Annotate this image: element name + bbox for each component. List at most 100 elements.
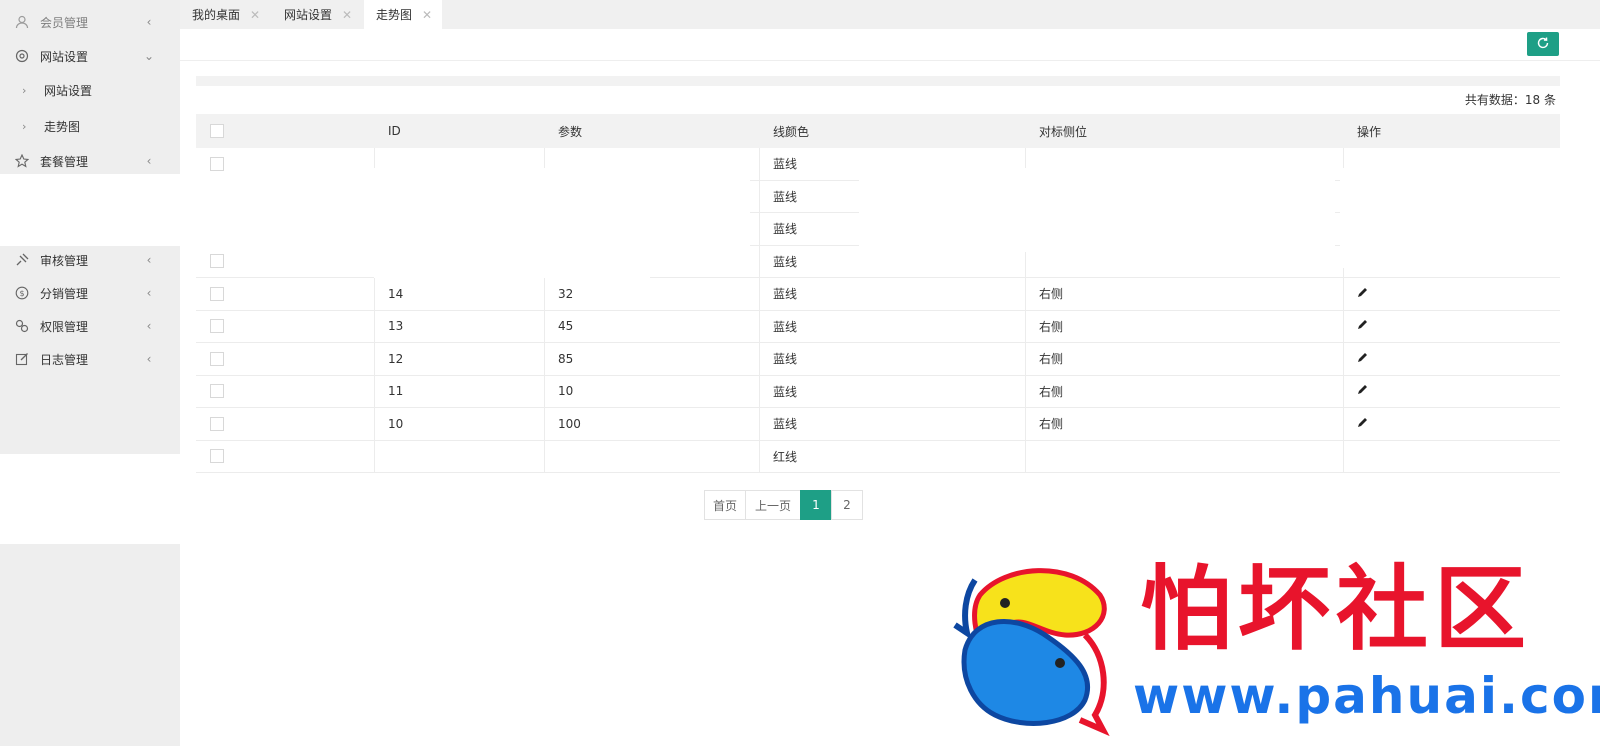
- cell-param: 32: [558, 286, 574, 301]
- checkbox[interactable]: [210, 286, 224, 301]
- watermark-title: 怕坏社区: [1140, 556, 1533, 663]
- cell-id: [374, 441, 544, 473]
- checkbox[interactable]: [210, 449, 224, 464]
- sidebar-item-permissions[interactable]: 权限管理 ‹: [0, 310, 180, 342]
- checkbox[interactable]: [210, 319, 224, 334]
- cell-id: 13: [388, 319, 404, 334]
- sidebar-item-label: 网站设置: [40, 49, 89, 64]
- row-select-cell[interactable]: [196, 376, 374, 408]
- header-id: ID: [388, 124, 401, 138]
- cell-actions: [1343, 376, 1560, 408]
- cell-color: 蓝线: [773, 319, 798, 334]
- row-select-cell[interactable]: [196, 246, 374, 278]
- header-select-all[interactable]: [196, 114, 374, 148]
- refresh-button[interactable]: [1527, 32, 1559, 56]
- cell-side: [1025, 441, 1343, 473]
- edit-pencil-icon[interactable]: [1357, 417, 1368, 431]
- cell-side: 右侧: [1039, 352, 1064, 367]
- sidebar-item-members[interactable]: 会员管理 ‹: [0, 6, 180, 38]
- cell-side: 右侧: [1039, 417, 1064, 432]
- checkbox[interactable]: [210, 124, 224, 138]
- tab-desktop[interactable]: 我的桌面 ✕: [180, 0, 268, 29]
- cell-actions: [1343, 311, 1560, 343]
- tab-label: 走势图: [376, 8, 413, 22]
- tab-site-settings[interactable]: 网站设置 ✕: [272, 0, 362, 29]
- dollar-icon: $: [14, 285, 30, 301]
- chevron-left-icon: ‹: [146, 319, 152, 333]
- cell-side: 右侧: [1039, 287, 1064, 302]
- edit-pencil-icon[interactable]: [1357, 352, 1368, 366]
- occlusion-patch: [1340, 168, 1560, 268]
- tab-label: 网站设置: [284, 8, 333, 22]
- cell-id: 11: [388, 384, 404, 399]
- table-row: 12 85 蓝线 右侧: [196, 343, 1560, 376]
- close-icon[interactable]: ✕: [422, 8, 432, 22]
- total-count: 共有数据：18 条: [1464, 93, 1556, 107]
- sidebar-item-site-settings[interactable]: 网站设置 ⌄: [0, 40, 180, 72]
- row-select-cell[interactable]: [196, 311, 374, 343]
- row-select-cell[interactable]: [196, 441, 374, 473]
- search-bar-area: [196, 76, 1560, 86]
- checkbox[interactable]: [210, 156, 224, 171]
- checkbox[interactable]: [210, 351, 224, 366]
- cell-actions: [1343, 441, 1560, 473]
- table-row: 11 10 蓝线 右侧: [196, 375, 1560, 408]
- checkbox[interactable]: [210, 254, 224, 269]
- tab-trend-chart[interactable]: 走势图 ✕: [364, 0, 442, 29]
- sidebar-subitem-site-settings[interactable]: › 网站设置: [0, 74, 180, 106]
- star-icon: [14, 153, 30, 169]
- header-line-color: 线颜色: [773, 124, 810, 139]
- cell-param: 100: [558, 416, 581, 431]
- checkbox[interactable]: [210, 384, 224, 399]
- cell-id: 14: [388, 286, 404, 301]
- tab-bar: 我的桌面 ✕ 网站设置 ✕ 走势图 ✕: [180, 0, 1600, 29]
- cell-param: 85: [558, 351, 574, 366]
- watermark: 怕坏社区 www.pahuai.com: [945, 555, 1600, 740]
- sidebar-item-distribution[interactable]: $ 分销管理 ‹: [0, 277, 180, 309]
- cell-actions: [1343, 408, 1560, 440]
- prev-page-button[interactable]: 上一页: [745, 490, 801, 520]
- close-icon[interactable]: ✕: [342, 8, 352, 22]
- table-row: 13 45 蓝线 右侧: [196, 310, 1560, 343]
- edit-pencil-icon[interactable]: [1357, 319, 1368, 333]
- checkbox[interactable]: [210, 416, 224, 431]
- occlusion-patch: [1135, 176, 1335, 246]
- sidebar-item-packages[interactable]: 套餐管理 ‹: [0, 145, 180, 177]
- row-select-cell[interactable]: [196, 343, 374, 375]
- row-select-cell[interactable]: [196, 278, 374, 310]
- header-actions: 操作: [1357, 124, 1382, 139]
- header-param: 参数: [558, 124, 583, 139]
- sidebar-panel-bottom: [0, 544, 180, 746]
- cell-param: 10: [558, 384, 574, 399]
- sidebar-item-label: 分销管理: [40, 286, 89, 301]
- edit-pencil-icon[interactable]: [1357, 287, 1368, 301]
- table-row: 红线: [196, 440, 1560, 473]
- first-page-button[interactable]: 首页: [704, 490, 746, 520]
- occlusion-patch: [859, 168, 1135, 252]
- sidebar-subitem-trend-chart[interactable]: › 走势图: [0, 110, 180, 142]
- sidebar-item-label: 日志管理: [40, 352, 89, 367]
- page-2-button[interactable]: 2: [831, 490, 863, 520]
- cell-color: 蓝线: [773, 352, 798, 367]
- sidebar-item-label: 权限管理: [40, 319, 89, 334]
- sidebar-item-label: 网站设置: [44, 83, 93, 98]
- sidebar: 会员管理 ‹ 网站设置 ⌄ › 网站设置 › 走势图 套餐管理 ‹ 审核管理 ‹…: [0, 0, 180, 746]
- refresh-icon: [1536, 36, 1550, 53]
- cell-id: 12: [388, 351, 404, 366]
- sidebar-item-logs[interactable]: 日志管理 ‹: [0, 343, 180, 375]
- sidebar-item-label: 套餐管理: [40, 154, 89, 169]
- occlusion-patch: [0, 454, 180, 544]
- tab-label: 我的桌面: [192, 8, 241, 22]
- row-select-cell[interactable]: [196, 408, 374, 440]
- chevron-left-icon: ‹: [146, 352, 152, 366]
- sidebar-item-audit[interactable]: 审核管理 ‹: [0, 244, 180, 276]
- watermark-url: www.pahuai.com: [1133, 667, 1600, 725]
- close-icon[interactable]: ✕: [250, 8, 260, 22]
- sidebar-item-label: 审核管理: [40, 253, 89, 268]
- sidebar-item-label: 会员管理: [40, 15, 89, 30]
- page-1-button[interactable]: 1: [800, 490, 832, 520]
- chevron-left-icon: ‹: [146, 154, 152, 168]
- edit-pencil-icon[interactable]: [1357, 384, 1368, 398]
- gear-icon: [14, 48, 30, 64]
- cell-color: 蓝线: [773, 417, 798, 432]
